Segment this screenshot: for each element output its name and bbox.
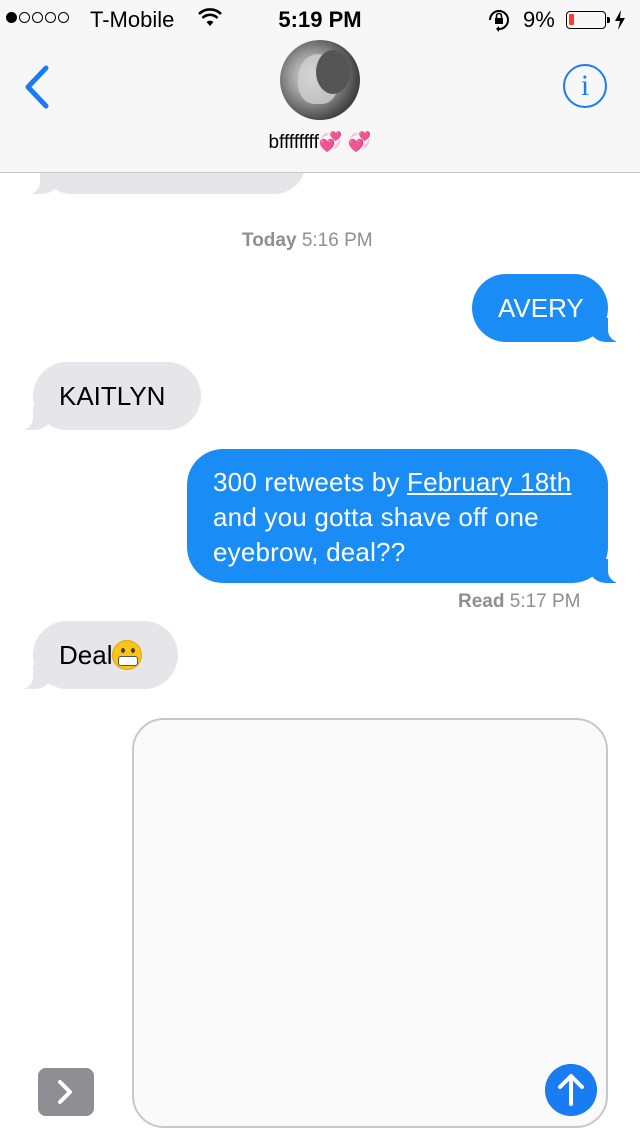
message-text: KAITLYN (59, 381, 166, 411)
message-text-before: 300 retweets by (213, 467, 407, 497)
message-text-after: and you gotta shave off one eyebrow, dea… (213, 502, 539, 567)
battery-icon (566, 11, 610, 29)
orientation-lock-icon (489, 10, 509, 32)
message-text: Deal (59, 640, 113, 670)
expand-chevron-icon[interactable] (38, 1068, 94, 1116)
timestamp-today: Today 5:16 PM (242, 230, 373, 252)
timestamp-time: 5:16 PM (301, 230, 373, 251)
message-input[interactable] (132, 718, 608, 1128)
contact-name[interactable]: bffffffff💞 💞 (0, 130, 640, 154)
send-arrow-icon[interactable] (545, 1064, 597, 1116)
message-bubble-outgoing[interactable]: 300 retweets by February 18th and you go… (187, 449, 628, 583)
read-label: Read (458, 591, 505, 612)
conversation-header: T-Mobile 5:19 PM 9% bffffffff💞 💞 i (0, 0, 640, 173)
date-link[interactable]: February 18th (407, 467, 571, 497)
back-chevron-icon[interactable] (20, 62, 60, 112)
status-bar: T-Mobile 5:19 PM 9% (0, 0, 640, 40)
info-icon[interactable]: i (563, 64, 607, 108)
message-bubble-outgoing[interactable]: AVERY (472, 274, 628, 342)
heart-emoji-2: 💞 (347, 132, 372, 153)
battery-percent: 9% (523, 7, 555, 32)
read-time: 5:17 PM (509, 591, 581, 612)
message-bubble-incoming[interactable]: KAITLYN (13, 362, 201, 430)
contact-name-label: bffffffff (268, 132, 319, 153)
heart-emoji-1: 💞 (318, 132, 343, 153)
read-receipt: Read 5:17 PM (458, 591, 581, 613)
timestamp-day: Today (242, 230, 297, 251)
charging-bolt-icon (615, 10, 625, 30)
grimacing-face-emoji (112, 640, 143, 671)
message-text: AVERY (498, 293, 584, 323)
avatar[interactable] (280, 40, 360, 120)
message-bubble-incoming[interactable]: Deal (13, 621, 178, 689)
